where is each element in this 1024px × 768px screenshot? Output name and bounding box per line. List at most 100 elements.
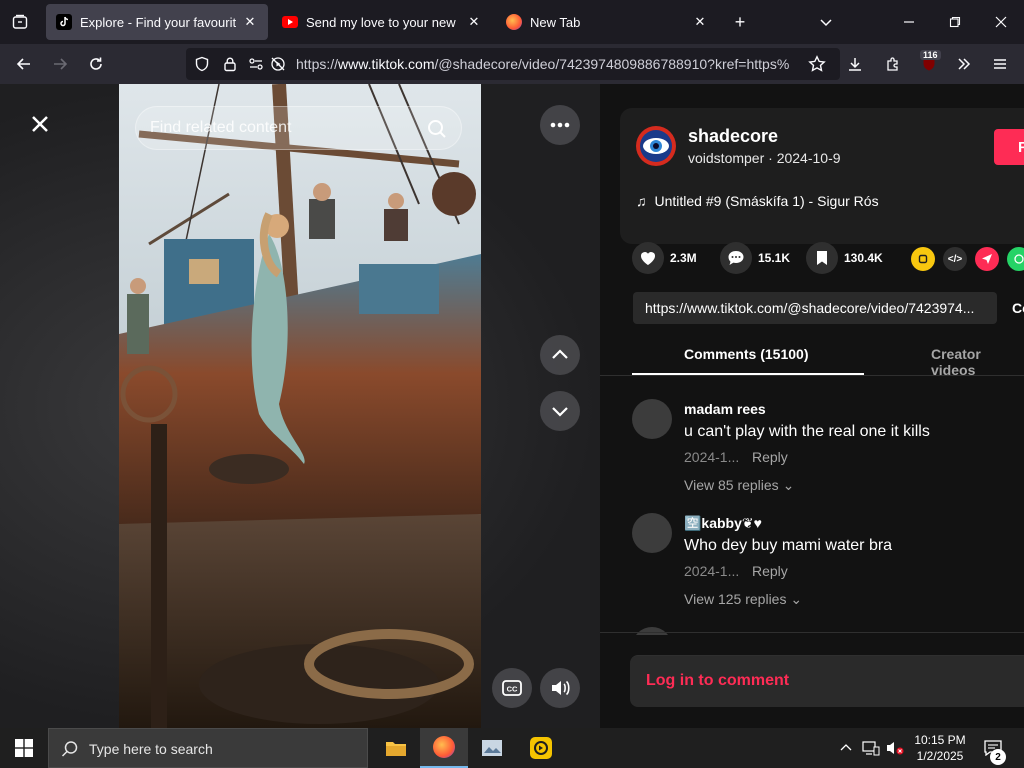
related-search-bar[interactable] [135, 106, 462, 150]
window-close-icon[interactable] [987, 8, 1015, 36]
search-icon [61, 740, 79, 763]
comment-button[interactable]: 15.1K [720, 242, 790, 274]
author-username[interactable]: shadecore [688, 126, 778, 147]
pinned-app[interactable] [517, 728, 565, 768]
avatar[interactable] [636, 126, 676, 166]
chevron-down-icon[interactable] [812, 8, 840, 36]
login-to-comment-bar[interactable]: Log in to comment [630, 655, 1024, 707]
reply-button[interactable]: Reply [752, 449, 788, 465]
start-button[interactable] [0, 728, 48, 768]
windows-taskbar: Type here to search 10:15 PM 1/2/2025 [0, 728, 1024, 768]
avatar[interactable] [632, 627, 672, 635]
notification-count-badge: 2 [990, 749, 1006, 765]
tab-creator-videos[interactable]: Creator videos [931, 346, 1024, 378]
favorite-button[interactable]: 130.4K [806, 242, 883, 274]
extensions-puzzle-icon[interactable] [879, 50, 907, 78]
tab-list-icon[interactable] [6, 8, 34, 36]
hamburger-menu-icon[interactable] [986, 50, 1014, 78]
comment-date: 2024-1... [684, 563, 740, 579]
search-icon[interactable] [427, 119, 447, 144]
more-options-button[interactable] [540, 105, 580, 145]
music-note-icon: ♫ [636, 193, 647, 209]
restore-icon[interactable] [941, 8, 969, 36]
taskbar-search-text: Type here to search [89, 741, 213, 757]
url-text[interactable]: https://www.tiktok.com/@shadecore/video/… [296, 56, 806, 72]
comment-username[interactable]: madam rees [684, 401, 766, 417]
related-search-input[interactable] [150, 119, 420, 137]
close-icon[interactable]: ✕ [242, 14, 258, 30]
reload-icon[interactable] [82, 50, 110, 78]
photos-app[interactable] [468, 728, 516, 768]
file-explorer-app[interactable] [372, 728, 420, 768]
comment-username[interactable]: 🈳kabby❦♥ [684, 515, 762, 532]
video-link-field[interactable]: https://www.tiktok.com/@shadecore/video/… [633, 292, 997, 324]
comments-count: 15.1K [758, 251, 791, 265]
volume-muted-icon[interactable] [885, 738, 905, 758]
reply-button[interactable]: Reply [752, 563, 788, 579]
url-bar[interactable]: https://www.tiktok.com/@shadecore/video/… [186, 48, 840, 80]
author-nickname-date: voidstomper · 2024-10-9 [688, 150, 841, 166]
extension-badge: 116 [920, 50, 941, 60]
view-replies-button[interactable]: View 125 replies ⌄ [684, 591, 802, 608]
volume-button[interactable] [540, 668, 580, 708]
like-button[interactable]: 2.3M [632, 242, 697, 274]
chevron-down-icon: ⌄ [790, 591, 803, 607]
firefox-app[interactable] [420, 728, 468, 768]
tab-tiktok[interactable]: Explore - Find your favourite vi ✕ [46, 4, 268, 40]
tab-comments[interactable]: Comments (15100) [684, 346, 809, 362]
likes-count: 2.3M [670, 251, 697, 265]
shield-icon[interactable] [194, 56, 210, 77]
download-icon[interactable] [841, 50, 869, 78]
close-video-button[interactable] [20, 104, 60, 144]
tab-title: Explore - Find your favourite vi [80, 14, 236, 30]
tab-youtube[interactable]: Send my love to your new lover ✕ [272, 4, 492, 40]
close-icon [32, 116, 48, 132]
close-icon[interactable]: ✕ [466, 14, 482, 30]
whatsapp-icon[interactable] [1007, 247, 1024, 271]
close-icon[interactable]: ✕ [692, 14, 708, 30]
minimize-icon[interactable] [895, 8, 923, 36]
bookmark-star-icon[interactable] [808, 55, 826, 78]
windows-logo-icon [15, 739, 33, 757]
eye-avatar-icon [636, 126, 676, 166]
network-icon[interactable] [861, 738, 881, 758]
chevron-up-icon[interactable] [836, 738, 856, 758]
captions-button[interactable]: CC [492, 668, 532, 708]
back-arrow-icon[interactable] [10, 50, 38, 78]
author-card: shadecore voidstomper · 2024-10-9 F ♫ Unt… [620, 108, 1024, 244]
send-paper-plane-icon[interactable] [975, 247, 999, 271]
new-tab-plus-icon[interactable]: + [726, 8, 754, 36]
video-player[interactable] [119, 84, 481, 728]
view-replies-button[interactable]: View 85 replies ⌄ [684, 477, 794, 494]
more-dots-icon [550, 122, 570, 128]
embed-code-icon[interactable]: </> [943, 247, 967, 271]
comment-item-partial [632, 627, 1024, 635]
music-link[interactable]: ♫ Untitled #9 (Smáskífa 1) - Sigur Rós [636, 193, 879, 209]
more-tools-chevrons-icon[interactable] [950, 50, 978, 78]
lock-icon[interactable] [222, 56, 238, 77]
permissions-icon[interactable] [248, 56, 264, 77]
avatar[interactable] [632, 513, 672, 553]
copy-link-button[interactable]: Co [1012, 300, 1024, 316]
comment-bubble-icon [720, 242, 752, 274]
comment-text: Who dey buy mami water bra [684, 537, 893, 554]
previous-video-button[interactable] [540, 335, 580, 375]
captions-cc-icon: CC [502, 680, 522, 696]
comment-text: u can't play with the real one it kills [684, 423, 930, 440]
forward-arrow-icon[interactable] [46, 50, 74, 78]
system-clock[interactable]: 10:15 PM 1/2/2025 [906, 732, 974, 764]
tab-new-tab[interactable]: New Tab ✕ [496, 4, 718, 40]
next-video-button[interactable] [540, 391, 580, 431]
taskbar-search-box[interactable]: Type here to search [48, 728, 368, 768]
firefox-icon [433, 736, 455, 758]
follow-button[interactable]: F [994, 129, 1024, 165]
tab-title: Send my love to your new lover [306, 14, 460, 30]
tab-strip: Explore - Find your favourite vi ✕ Send … [0, 0, 1024, 44]
saves-count: 130.4K [844, 251, 883, 265]
autoplay-blocked-icon[interactable] [270, 56, 286, 77]
folder-icon [386, 742, 406, 756]
login-to-comment-link[interactable]: Log in to comment [646, 672, 789, 690]
clock-date: 1/2/2025 [916, 749, 964, 763]
share-stitch-icon[interactable] [911, 247, 935, 271]
avatar[interactable] [632, 399, 672, 439]
